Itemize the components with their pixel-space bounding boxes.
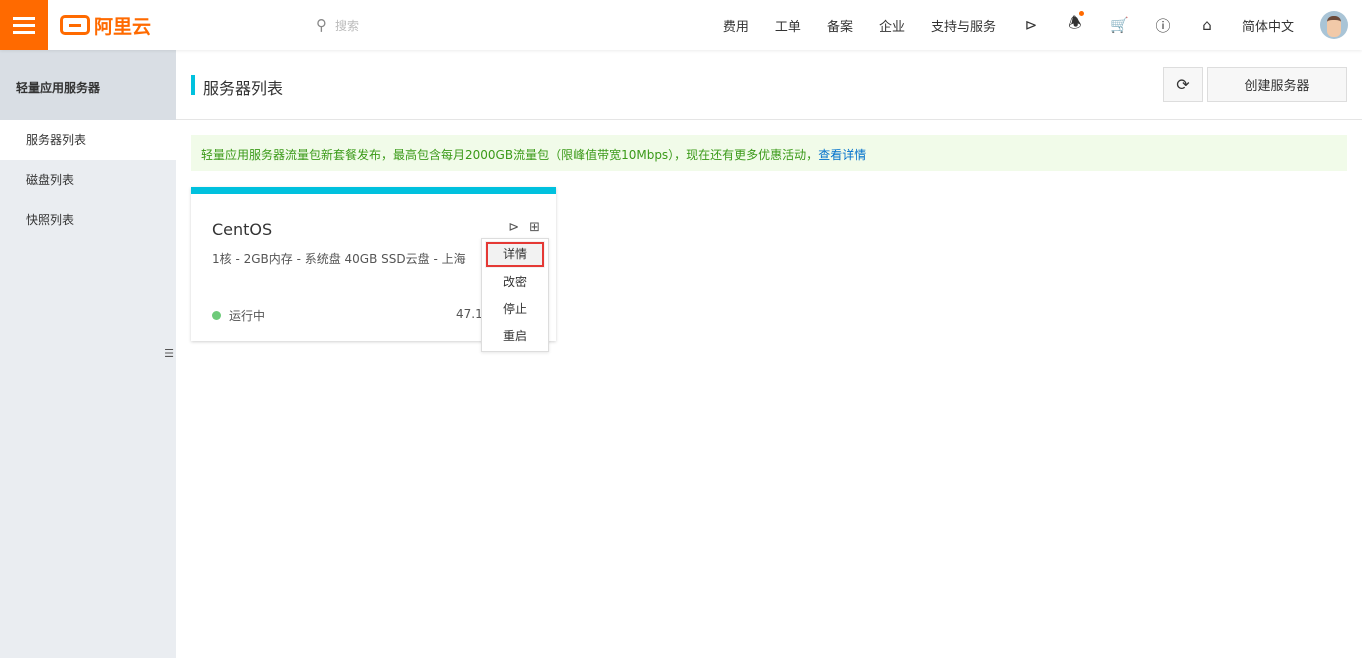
list-icon: ☰: [164, 346, 174, 360]
hamburger-icon: [13, 16, 35, 20]
search-input[interactable]: ⚲ 搜索: [316, 16, 359, 34]
top-bar: 阿里云 ⚲ 搜索 费用 工单 备案 企业 支持与服务 ⊳ 🕭 🛒 ⓘ ⌂ 简体中文: [0, 0, 1362, 50]
sidebar-item-disks[interactable]: 磁盘列表: [0, 160, 176, 200]
page-title: 服务器列表: [203, 79, 284, 98]
status: 运行中: [212, 307, 265, 324]
server-name[interactable]: CentOS: [212, 220, 272, 239]
nav-fees[interactable]: 费用: [723, 16, 749, 35]
menu-item-stop[interactable]: 停止: [482, 296, 548, 323]
status-dot: [212, 311, 221, 320]
notice-link[interactable]: 查看详情: [818, 148, 866, 162]
help-icon[interactable]: ⓘ: [1154, 15, 1172, 36]
home-icon[interactable]: ⌂: [1198, 16, 1216, 34]
refresh-button[interactable]: ⟳: [1163, 67, 1203, 102]
menu-button[interactable]: [0, 0, 48, 50]
terminal-icon[interactable]: ⊳: [508, 220, 519, 235]
menu-item-change-password[interactable]: 改密: [482, 269, 548, 296]
search-icon: ⚲: [316, 16, 327, 34]
terminal-icon[interactable]: ⊳: [1022, 16, 1040, 34]
sidebar: 轻量应用服务器 服务器列表 磁盘列表 快照列表: [0, 50, 176, 658]
server-spec: 1核 - 2GB内存 - 系统盘 40GB SSD云盘 - 上海: [212, 252, 466, 266]
menu-item-restart[interactable]: 重启: [482, 323, 548, 350]
cart-icon[interactable]: 🛒: [1110, 16, 1129, 34]
nav-icp[interactable]: 备案: [827, 16, 853, 35]
grid-icon[interactable]: ⊞: [529, 220, 540, 235]
avatar[interactable]: [1320, 11, 1348, 39]
notice-banner: 轻量应用服务器流量包新套餐发布，最高包含每月2000GB流量包（限峰值带宽10M…: [191, 135, 1347, 171]
sidebar-title: 轻量应用服务器: [0, 50, 176, 120]
server-actions-menu: 详情 改密 停止 重启: [481, 238, 549, 352]
logo[interactable]: 阿里云: [60, 13, 151, 38]
nav-support[interactable]: 支持与服务: [931, 16, 996, 35]
menu-item-details[interactable]: 详情: [485, 241, 545, 268]
refresh-icon: ⟳: [1176, 75, 1190, 94]
main: 服务器列表 ⟳ 创建服务器 轻量应用服务器流量包新套餐发布，最高包含每月2000…: [176, 50, 1362, 658]
bell-icon[interactable]: 🕭: [1066, 10, 1084, 38]
create-server-button[interactable]: 创建服务器: [1207, 67, 1347, 102]
sidebar-collapse-toggle[interactable]: ☰: [162, 330, 176, 376]
server-ip: 47.1: [456, 307, 483, 321]
nav-tickets[interactable]: 工单: [775, 16, 801, 35]
sidebar-item-servers[interactable]: 服务器列表: [0, 120, 176, 160]
nav-enterprise[interactable]: 企业: [879, 16, 905, 35]
sidebar-item-snapshots[interactable]: 快照列表: [0, 200, 176, 240]
language-switch[interactable]: 简体中文: [1242, 16, 1294, 35]
